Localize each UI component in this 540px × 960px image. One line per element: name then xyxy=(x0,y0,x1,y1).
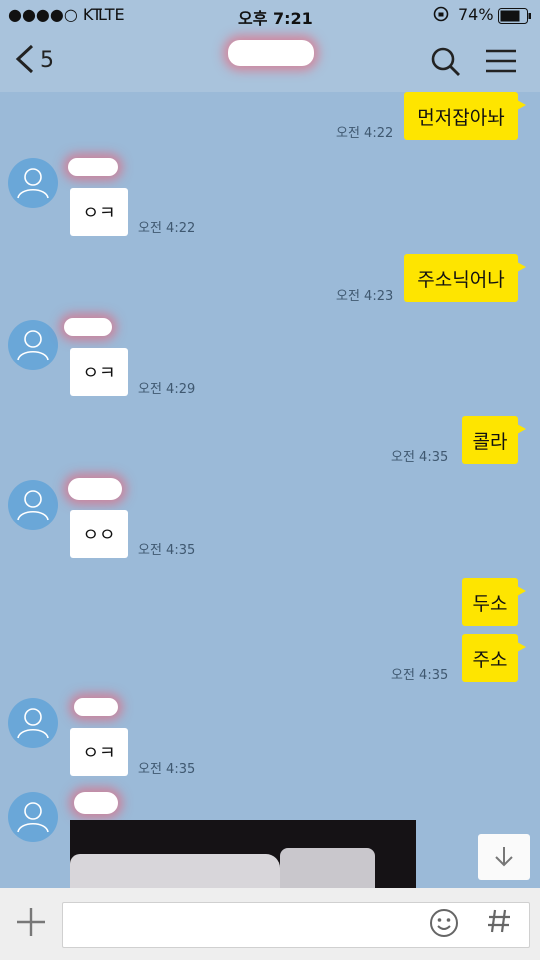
their-message-bubble[interactable]: ㅇㅇ xyxy=(70,510,128,558)
rotation-lock-icon xyxy=(432,5,450,27)
photo-content xyxy=(70,854,280,888)
default-profile-icon xyxy=(17,168,49,199)
avatar[interactable] xyxy=(8,158,58,208)
default-profile-icon xyxy=(17,708,49,739)
battery-icon xyxy=(498,8,532,28)
avatar[interactable] xyxy=(8,698,58,748)
my-message-bubble[interactable]: 콜라 xyxy=(462,416,526,464)
my-message-bubble[interactable]: 두소 xyxy=(462,578,526,626)
their-message-bubble[interactable]: ㅇㅋ xyxy=(70,728,128,776)
hamburger-menu-icon xyxy=(486,49,516,73)
my-message-bubble[interactable]: 주소닉어나 xyxy=(404,254,526,302)
menu-button[interactable] xyxy=(484,48,518,78)
message-input-bar xyxy=(0,888,540,960)
message-time: 오전 4:22 xyxy=(336,126,394,141)
default-profile-icon xyxy=(17,802,49,833)
message-time: 오전 4:23 xyxy=(336,289,394,304)
back-button[interactable] xyxy=(14,44,36,80)
search-icon xyxy=(431,47,460,76)
default-profile-icon xyxy=(17,330,49,361)
message-time: 오전 4:35 xyxy=(391,668,449,683)
message-time: 오전 4:35 xyxy=(138,543,196,558)
avatar[interactable] xyxy=(8,320,58,370)
plus-icon xyxy=(17,908,45,936)
attach-button[interactable] xyxy=(14,902,48,942)
battery-percent: 74% xyxy=(458,5,494,24)
message-time: 오전 4:35 xyxy=(391,450,449,465)
network-type: LTE xyxy=(98,5,125,24)
hashtag-search-button[interactable] xyxy=(486,907,512,942)
emoticon-button[interactable] xyxy=(428,907,460,943)
redacted-chat-title xyxy=(228,40,314,66)
my-message-bubble[interactable]: 먼저잡아놔 xyxy=(404,92,526,140)
clock: 오후 7:21 xyxy=(238,9,313,28)
avatar[interactable] xyxy=(8,480,58,530)
hashtag-icon xyxy=(488,909,510,933)
message-time: 오전 4:29 xyxy=(138,382,196,397)
smiley-icon xyxy=(430,909,458,937)
photo-message[interactable] xyxy=(70,820,416,888)
redacted-sender-name xyxy=(74,698,118,716)
redacted-sender-name xyxy=(68,158,118,176)
redacted-sender-name xyxy=(64,318,112,336)
their-message-bubble[interactable]: ㅇㅋ xyxy=(70,348,128,396)
redacted-sender-name xyxy=(74,792,118,814)
carrier-signal: ●●●●○ KT xyxy=(8,5,102,24)
message-time: 오전 4:22 xyxy=(138,221,196,236)
redacted-sender-name xyxy=(68,478,122,500)
arrow-down-icon xyxy=(495,847,513,867)
chat-area[interactable]: 먼저잡아놔 오전 4:22 ㅇㅋ 오전 4:22 주소닉어나 오전 4:23 ㅇ… xyxy=(0,92,540,888)
search-button[interactable] xyxy=(430,46,462,82)
status-bar: ●●●●○ KT LTE 오후 7:21 74% xyxy=(0,0,540,30)
avatar[interactable] xyxy=(8,792,58,842)
default-profile-icon xyxy=(17,490,49,521)
their-message-bubble[interactable]: ㅇㅋ xyxy=(70,188,128,236)
unread-count: 5 xyxy=(40,48,54,73)
chat-header: 5 xyxy=(0,30,540,92)
message-time: 오전 4:35 xyxy=(138,762,196,777)
photo-content xyxy=(280,848,375,888)
scroll-to-bottom-button[interactable] xyxy=(478,834,530,880)
chevron-left-icon xyxy=(15,44,34,74)
my-message-bubble[interactable]: 주소 xyxy=(462,634,526,682)
